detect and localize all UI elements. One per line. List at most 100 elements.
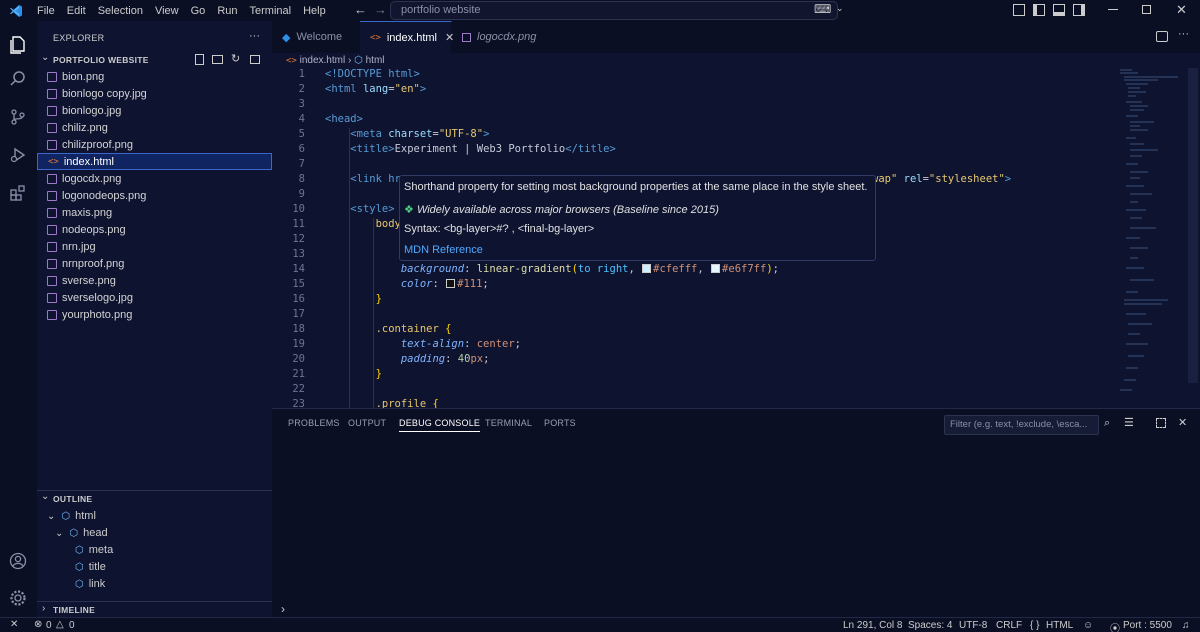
outline-header[interactable]: ⌄ OUTLINE (37, 490, 272, 506)
outline-item[interactable]: ⬡ title (75, 559, 106, 575)
image-file-icon (47, 224, 57, 235)
panel-tab-problems[interactable]: PROBLEMS (288, 418, 340, 428)
folder-header[interactable]: ⌄ PORTFOLIO WEBSITE ↻ (37, 52, 272, 67)
menu-file[interactable]: File (31, 5, 61, 17)
file-item[interactable]: logocdx.png (37, 170, 272, 187)
collapse-all-icon[interactable] (250, 55, 260, 64)
menu-go[interactable]: Go (185, 5, 212, 17)
refresh-icon[interactable]: ↻ (231, 52, 240, 65)
chevron-down-icon[interactable]: ⌄ (836, 3, 844, 14)
file-item[interactable]: maxis.png (37, 204, 272, 221)
account-icon[interactable] (6, 549, 30, 573)
file-item[interactable]: nrnproof.png (37, 255, 272, 272)
search-icon[interactable] (6, 67, 30, 91)
file-item[interactable]: sverselogo.jpg (37, 289, 272, 306)
forward-arrow-icon[interactable]: → (374, 2, 387, 17)
symbol-field-icon: ⬡ (75, 578, 84, 590)
error-count[interactable]: 0 (46, 620, 52, 631)
line-numbers: 1 2 3 4 5 6 7 8 9 10 11 12 13 14 15 16 1… (272, 68, 312, 408)
file-item[interactable]: nodeops.png (37, 221, 272, 238)
file-item[interactable]: bionlogo copy.jpg (37, 85, 272, 102)
tab-index-html[interactable]: <> index.html ✕ (360, 21, 454, 53)
breadcrumb-symbol[interactable]: html (366, 55, 385, 66)
indentation[interactable]: Spaces: 4 (908, 620, 952, 631)
remote-icon[interactable]: ✕ (10, 619, 18, 630)
menu-terminal[interactable]: Terminal (244, 5, 298, 17)
file-item[interactable]: bionlogo.jpg (37, 102, 272, 119)
run-debug-icon[interactable] (6, 143, 30, 167)
file-item[interactable]: sverse.png (37, 272, 272, 289)
outline-item[interactable]: ⬡ meta (75, 542, 113, 558)
outline-item[interactable]: ⌄ ⬡ head (55, 525, 108, 541)
tab-logocdx[interactable]: logocdx.png (452, 21, 556, 53)
settings-gear-icon[interactable] (6, 586, 30, 610)
panel-tab-terminal[interactable]: TERMINAL (485, 418, 532, 428)
menu-run[interactable]: Run (211, 5, 243, 17)
toggle-secondary-sidebar-icon[interactable] (1073, 4, 1085, 16)
error-icon[interactable]: ⊗ (34, 619, 42, 630)
tab-welcome[interactable]: ◆ Welcome (272, 21, 360, 53)
more-actions-icon[interactable]: ··· (249, 30, 260, 42)
close-window-icon[interactable]: ✕ (1176, 2, 1187, 18)
more-actions-icon[interactable]: ··· (1178, 28, 1189, 40)
file-item[interactable]: chilizproof.png (37, 136, 272, 153)
code-token: <!DOCTYPE html> (325, 68, 420, 80)
notifications-icon[interactable]: ♫ (1182, 620, 1190, 631)
breadcrumb-file[interactable]: index.html (300, 55, 346, 66)
source-control-icon[interactable] (6, 105, 30, 129)
explorer-icon[interactable] (6, 33, 30, 57)
copilot-icon[interactable]: ☺ (1083, 620, 1093, 631)
language-mode[interactable]: HTML (1046, 620, 1073, 631)
file-item[interactable]: logonodeops.png (37, 187, 272, 204)
maximize-panel-icon[interactable] (1156, 418, 1166, 428)
color-swatch[interactable] (642, 264, 652, 273)
mdn-reference-link[interactable]: MDN Reference (404, 244, 483, 256)
back-arrow-icon[interactable]: ← (354, 2, 367, 17)
color-swatch[interactable] (711, 264, 721, 273)
live-server-port[interactable]: Port : 5500 (1123, 620, 1172, 631)
file-name: chiliz.png (62, 121, 108, 134)
extensions-icon[interactable] (6, 181, 30, 205)
command-center-search[interactable]: portfolio website (390, 1, 838, 20)
toggle-panel-icon[interactable] (1053, 4, 1065, 16)
menu-selection[interactable]: Selection (92, 5, 149, 17)
panel-tab-ports[interactable]: PORTS (544, 418, 576, 428)
file-item[interactable]: yourphoto.png (37, 306, 272, 323)
close-panel-icon[interactable]: ✕ (1178, 416, 1187, 429)
copilot-icon[interactable]: ⌨ (814, 2, 831, 16)
panel-tab-output[interactable]: OUTPUT (348, 418, 386, 428)
file-item-selected[interactable]: <> index.html (37, 153, 272, 170)
file-item[interactable]: nrn.jpg (37, 238, 272, 255)
search-icon[interactable]: ⌕ (1104, 417, 1110, 430)
image-file-icon (47, 207, 57, 218)
filter-input[interactable]: Filter (e.g. text, !exclude, \esca... (944, 415, 1099, 435)
warning-count[interactable]: 0 (69, 620, 75, 631)
cursor-position[interactable]: Ln 291, Col 8 (843, 620, 903, 631)
encoding[interactable]: UTF-8 (959, 620, 987, 631)
menu-help[interactable]: Help (297, 5, 332, 17)
toggle-sidebar-icon[interactable] (1033, 4, 1045, 16)
split-editor-icon[interactable] (1156, 31, 1168, 42)
customize-layout-icon[interactable] (1013, 4, 1025, 16)
menu-edit[interactable]: Edit (61, 5, 92, 17)
line-ending[interactable]: CRLF (996, 620, 1022, 631)
new-folder-icon[interactable] (212, 55, 223, 64)
minimap-slider[interactable] (1188, 68, 1198, 383)
console-prompt-icon[interactable]: › (281, 602, 285, 616)
outline-item[interactable]: ⌄ ⬡ html (47, 508, 96, 524)
minimap[interactable] (1118, 68, 1198, 408)
new-file-icon[interactable] (195, 54, 204, 65)
restore-icon[interactable] (1142, 5, 1151, 14)
menu-view[interactable]: View (149, 5, 185, 17)
file-name: nodeops.png (62, 223, 126, 236)
warning-icon[interactable]: △ (56, 619, 64, 630)
file-item[interactable]: bion.png (37, 68, 272, 85)
panel-tab-debug-console[interactable]: DEBUG CONSOLE (399, 418, 481, 432)
line-number: 13 (292, 248, 305, 260)
outline-item[interactable]: ⬡ link (75, 576, 105, 592)
timeline-header[interactable]: › TIMELINE (37, 601, 272, 617)
minimize-icon[interactable] (1108, 9, 1118, 10)
file-item[interactable]: chiliz.png (37, 119, 272, 136)
color-swatch[interactable] (446, 279, 456, 288)
clear-console-icon[interactable]: ☰ (1124, 416, 1134, 429)
